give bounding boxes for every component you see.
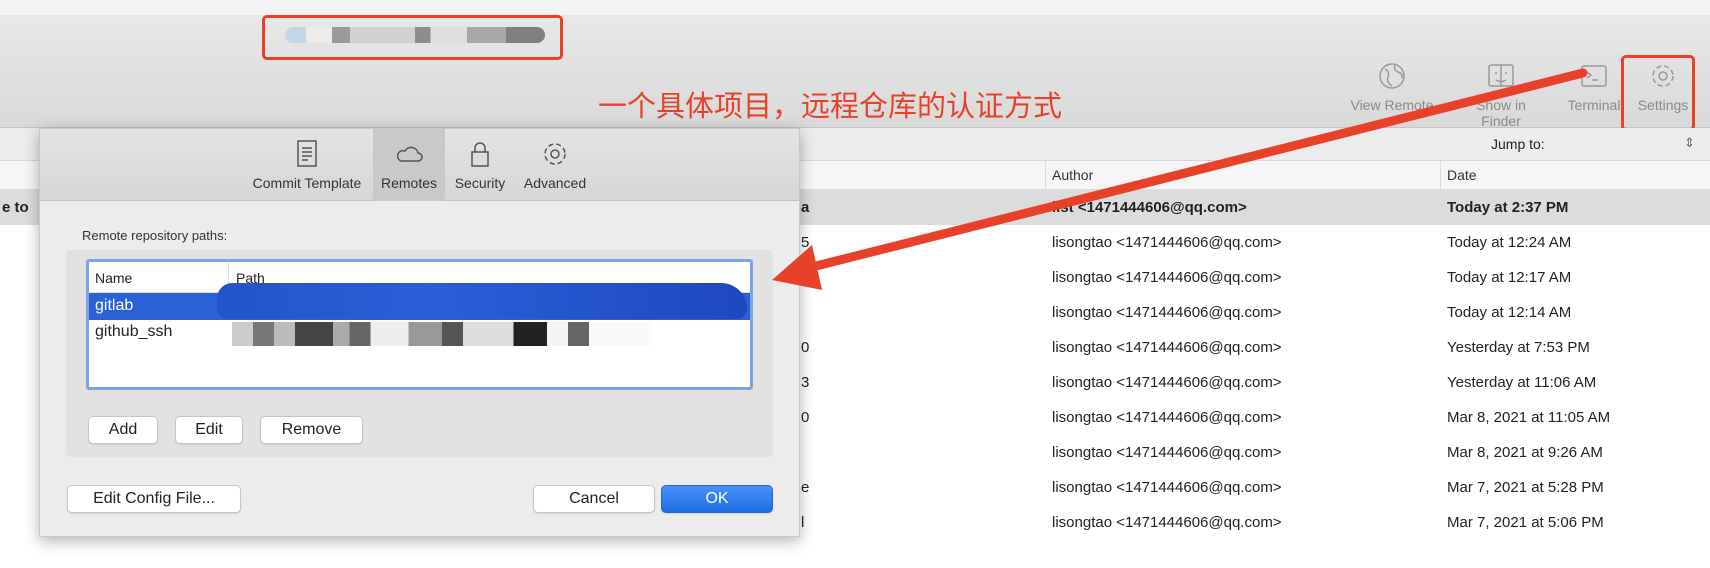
- settings-highlight-box: [1621, 55, 1695, 131]
- commit-author: lisongtao <1471444606@qq.com>: [1052, 234, 1282, 251]
- commit-msg: 5: [801, 234, 810, 251]
- remote-row-github-ssh[interactable]: github_ssh: [89, 320, 750, 347]
- commit-date: Today at 12:14 AM: [1447, 304, 1572, 321]
- commit-msg: e: [801, 479, 810, 496]
- commit-author: lisongtao <1471444606@qq.com>: [1052, 269, 1282, 286]
- globe-icon: [1379, 63, 1405, 89]
- commit-msg: 3: [801, 374, 810, 391]
- view-remote-button[interactable]: View Remote: [1347, 61, 1437, 113]
- window-toolbar: 一个具体项目，远程仓库的认证方式 View Remote Show in Fin…: [0, 15, 1710, 131]
- menu-bar: [0, 0, 1710, 15]
- commit-date: Mar 8, 2021 at 9:26 AM: [1447, 444, 1603, 461]
- edit-remote-button[interactable]: Edit: [175, 416, 243, 444]
- remotes-table: Name Path gitlab github_ssh: [86, 259, 753, 390]
- name-column-header[interactable]: Name: [95, 270, 132, 286]
- commit-msg: a: [801, 199, 810, 216]
- commit-author: lisongtao <1471444606@qq.com>: [1052, 339, 1282, 356]
- commit-date: Today at 12:17 AM: [1447, 269, 1572, 286]
- finder-icon: [1488, 64, 1514, 87]
- commit-author: lisongtao <1471444606@qq.com>: [1052, 374, 1282, 391]
- date-column-header[interactable]: Date: [1447, 167, 1477, 183]
- remotes-group-box: Name Path gitlab github_ssh Add Edit Rem…: [66, 250, 773, 457]
- tab-commit-template[interactable]: Commit Template: [244, 129, 370, 201]
- tab-security[interactable]: Security: [448, 129, 512, 201]
- cancel-button[interactable]: Cancel: [533, 485, 655, 513]
- commit-date: Today at 12:24 AM: [1447, 234, 1572, 251]
- author-column-header[interactable]: Author: [1052, 167, 1093, 183]
- commit-date: Yesterday at 11:06 AM: [1447, 374, 1597, 391]
- jump-to-stepper[interactable]: ⇕: [1684, 135, 1695, 151]
- redacted-path: [232, 322, 652, 346]
- remove-remote-button[interactable]: Remove: [260, 416, 363, 444]
- commit-date: Mar 8, 2021 at 11:05 AM: [1447, 409, 1611, 426]
- commit-author: lisongtao <1471444606@qq.com>: [1052, 444, 1282, 461]
- gear-icon: [544, 143, 566, 165]
- commit-msg: 0: [801, 339, 810, 356]
- jump-to-label: Jump to:: [1491, 136, 1545, 152]
- commit-author: lisongtao <1471444606@qq.com>: [1052, 514, 1282, 531]
- terminal-icon: [1581, 65, 1607, 87]
- commit-msg: l: [801, 514, 805, 531]
- commit-author: lisongtao <1471444606@qq.com>: [1052, 409, 1282, 426]
- document-icon: [297, 140, 317, 167]
- annotation-text: 一个具体项目，远程仓库的认证方式: [598, 91, 1063, 123]
- cloud-icon: [396, 146, 423, 162]
- commit-left: e to: [2, 199, 29, 216]
- add-remote-button[interactable]: Add: [88, 416, 158, 444]
- tab-advanced[interactable]: Advanced: [515, 129, 595, 201]
- show-in-finder-button[interactable]: Show in Finder: [1456, 61, 1546, 129]
- title-highlight-box: [262, 15, 563, 60]
- commit-author: lisongtao <1471444606@qq.com>: [1052, 304, 1282, 321]
- remote-paths-label: Remote repository paths:: [82, 228, 228, 243]
- commit-author: list <1471444606@qq.com>: [1052, 199, 1247, 216]
- commit-author: lisongtao <1471444606@qq.com>: [1052, 479, 1282, 496]
- commit-date: Today at 2:37 PM: [1447, 199, 1569, 216]
- commit-date: Yesterday at 7:53 PM: [1447, 339, 1590, 356]
- tab-remotes[interactable]: Remotes: [373, 129, 445, 201]
- repository-settings-dialog: Commit Template Remotes Security Advance…: [39, 128, 800, 537]
- settings-tabs: Commit Template Remotes Security Advance…: [40, 129, 799, 201]
- lock-icon: [471, 142, 489, 167]
- commit-date: Mar 7, 2021 at 5:06 PM: [1447, 514, 1604, 531]
- edit-config-file-button[interactable]: Edit Config File...: [67, 485, 241, 513]
- ok-button[interactable]: OK: [661, 485, 773, 513]
- commit-date: Mar 7, 2021 at 5:28 PM: [1447, 479, 1604, 496]
- redacted-path: [217, 283, 747, 319]
- remote-row-gitlab[interactable]: gitlab: [89, 283, 750, 320]
- commit-msg: 0: [801, 409, 810, 426]
